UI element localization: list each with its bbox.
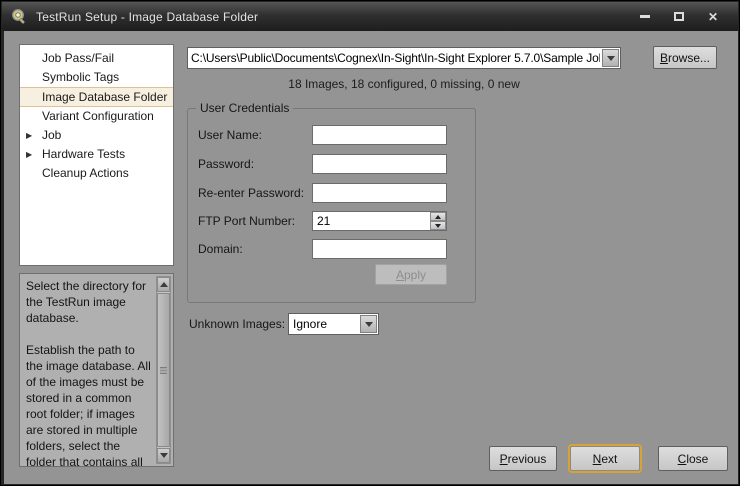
next-button[interactable]: Next <box>570 446 640 471</box>
sidebar-item-symbolic-tags[interactable]: Symbolic Tags <box>20 68 173 87</box>
close-icon: ✕ <box>708 11 718 23</box>
expand-arrow-icon[interactable]: ▶ <box>26 126 32 145</box>
sidebar-item-label: Job Pass/Fail <box>42 51 114 65</box>
image-database-path-input[interactable] <box>188 48 602 68</box>
sidebar-item-job[interactable]: ▶ Job <box>20 126 173 145</box>
app-icon <box>10 8 28 26</box>
setup-step-list: Job Pass/Fail Symbolic Tags Image Databa… <box>19 44 174 266</box>
arrow-down-icon <box>160 453 168 458</box>
ftp-port-input[interactable] <box>312 211 447 231</box>
domain-field[interactable] <box>312 239 447 259</box>
password-field[interactable] <box>312 154 447 174</box>
ftp-port-stepper[interactable] <box>312 211 447 231</box>
scroll-up-button[interactable] <box>157 277 170 292</box>
user-name-label: User Name: <box>198 125 310 145</box>
unknown-images-dropdown[interactable]: Ignore <box>288 313 379 335</box>
image-count-status: 18 Images, 18 configured, 0 missing, 0 n… <box>187 77 621 91</box>
spin-up-button[interactable] <box>430 212 446 221</box>
help-text: Select the directory for the TestRun ima… <box>20 274 154 466</box>
expand-arrow-icon[interactable]: ▶ <box>26 145 32 164</box>
sidebar-item-label: Job <box>42 128 61 142</box>
title-bar[interactable]: TestRun Setup - Image Database Folder ✕ <box>2 2 738 31</box>
sidebar-item-image-database-folder[interactable]: Image Database Folder <box>20 87 173 107</box>
sidebar-item-hardware-tests[interactable]: ▶ Hardware Tests <box>20 145 173 164</box>
help-scrollbar[interactable] <box>156 276 171 464</box>
maximize-button[interactable] <box>662 6 696 28</box>
window-controls: ✕ <box>628 6 730 28</box>
close-button[interactable]: ✕ <box>696 6 730 28</box>
browse-button[interactable]: Browse... <box>653 46 717 69</box>
sidebar-item-label: Cleanup Actions <box>42 166 129 180</box>
chevron-down-icon <box>607 56 615 61</box>
help-description-box: Select the directory for the TestRun ima… <box>19 273 174 467</box>
sidebar-item-job-pass-fail[interactable]: Job Pass/Fail <box>20 49 173 68</box>
maximize-icon <box>674 12 684 21</box>
group-title: User Credentials <box>196 101 293 115</box>
user-name-field[interactable] <box>312 125 447 145</box>
sidebar-item-cleanup-actions[interactable]: Cleanup Actions <box>20 164 173 183</box>
scrollbar-thumb[interactable] <box>157 293 170 447</box>
apply-button[interactable]: Apply <box>375 264 447 285</box>
arrow-down-icon <box>435 224 441 228</box>
chevron-down-icon <box>365 322 373 327</box>
domain-label: Domain: <box>198 239 310 259</box>
scrollbar-grip-icon <box>160 367 167 374</box>
sidebar-item-variant-configuration[interactable]: Variant Configuration <box>20 107 173 126</box>
unknown-images-dropdown-button[interactable] <box>360 315 377 333</box>
arrow-up-icon <box>160 282 168 287</box>
window-title: TestRun Setup - Image Database Folder <box>36 10 628 24</box>
unknown-images-label: Unknown Images: <box>189 313 285 335</box>
sidebar-item-label: Variant Configuration <box>42 109 154 123</box>
sidebar-item-label: Symbolic Tags <box>42 70 119 84</box>
reenter-password-label: Re-enter Password: <box>198 183 310 203</box>
scroll-down-button[interactable] <box>157 448 170 463</box>
reenter-password-field[interactable] <box>312 183 447 203</box>
minimize-icon <box>640 15 650 18</box>
spinner-buttons <box>430 212 446 230</box>
ftp-port-label: FTP Port Number: <box>198 211 310 231</box>
sidebar-item-label: Image Database Folder <box>42 90 167 104</box>
testrun-setup-window: TestRun Setup - Image Database Folder ✕ … <box>0 0 740 486</box>
password-label: Password: <box>198 154 310 174</box>
unknown-images-value: Ignore <box>293 314 360 334</box>
previous-button[interactable]: Previous <box>489 446 557 471</box>
dialog-body: Job Pass/Fail Symbolic Tags Image Databa… <box>4 31 738 484</box>
arrow-up-icon <box>435 215 441 219</box>
image-database-path-combobox[interactable] <box>187 47 621 69</box>
spin-down-button[interactable] <box>430 221 446 230</box>
user-credentials-group: User Credentials User Name: Password: Re… <box>187 108 476 303</box>
path-dropdown-button[interactable] <box>602 49 619 67</box>
close-dialog-button[interactable]: Close <box>658 446 728 471</box>
sidebar-item-label: Hardware Tests <box>42 147 125 161</box>
minimize-button[interactable] <box>628 6 662 28</box>
